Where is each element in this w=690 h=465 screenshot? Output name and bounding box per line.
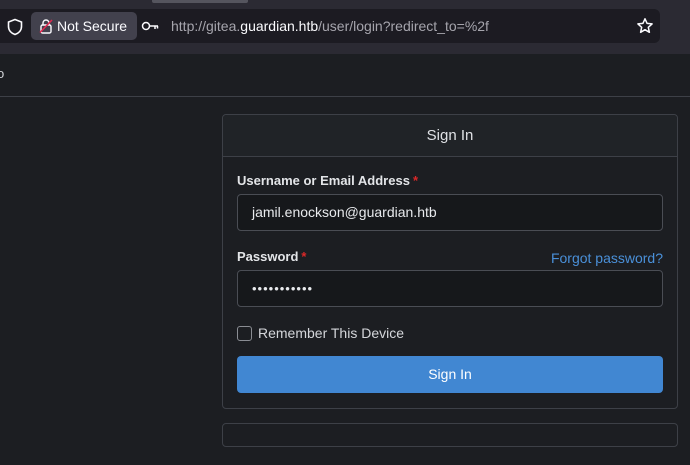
shield-icon[interactable] (6, 18, 24, 36)
url-path: /user/login?redirect_to=%2f (318, 18, 489, 34)
url-prefix: http://gitea. (171, 18, 241, 34)
insecure-lock-icon (39, 19, 53, 34)
security-label: Not Secure (57, 18, 128, 34)
required-marker: * (412, 173, 418, 188)
navbar-text-fragment: o (0, 66, 5, 81)
signin-title: Sign In (223, 115, 677, 157)
security-indicator[interactable]: Not Secure (31, 12, 137, 40)
signin-button[interactable]: Sign In (237, 356, 663, 393)
forgot-password-link[interactable]: Forgot password? (551, 250, 663, 266)
bookmark-star-icon[interactable] (636, 17, 654, 35)
browser-toolbar: Not Secure http://gitea.guardian.htb/use… (0, 0, 690, 54)
remember-label[interactable]: Remember This Device (258, 325, 404, 341)
password-input[interactable]: ••••••••••• (237, 270, 663, 307)
site-navbar: o (0, 54, 690, 97)
password-label-text: Password (237, 249, 299, 264)
key-icon[interactable] (141, 19, 159, 33)
url-text[interactable]: http://gitea.guardian.htb/user/login?red… (171, 18, 489, 34)
password-label: Password * (237, 249, 306, 264)
remember-checkbox[interactable] (237, 326, 252, 341)
secondary-card (222, 423, 678, 447)
address-bar[interactable]: Not Secure http://gitea.guardian.htb/use… (0, 9, 660, 43)
tab-indicator (152, 0, 248, 3)
signin-card: Sign In Username or Email Address * jamil… (222, 114, 678, 409)
username-label-text: Username or Email Address (237, 173, 410, 188)
username-input[interactable]: jamil.enockson@guardian.htb (237, 194, 663, 231)
required-marker: * (301, 249, 307, 264)
username-label: Username or Email Address * (237, 173, 418, 188)
url-host: guardian.htb (240, 18, 319, 34)
